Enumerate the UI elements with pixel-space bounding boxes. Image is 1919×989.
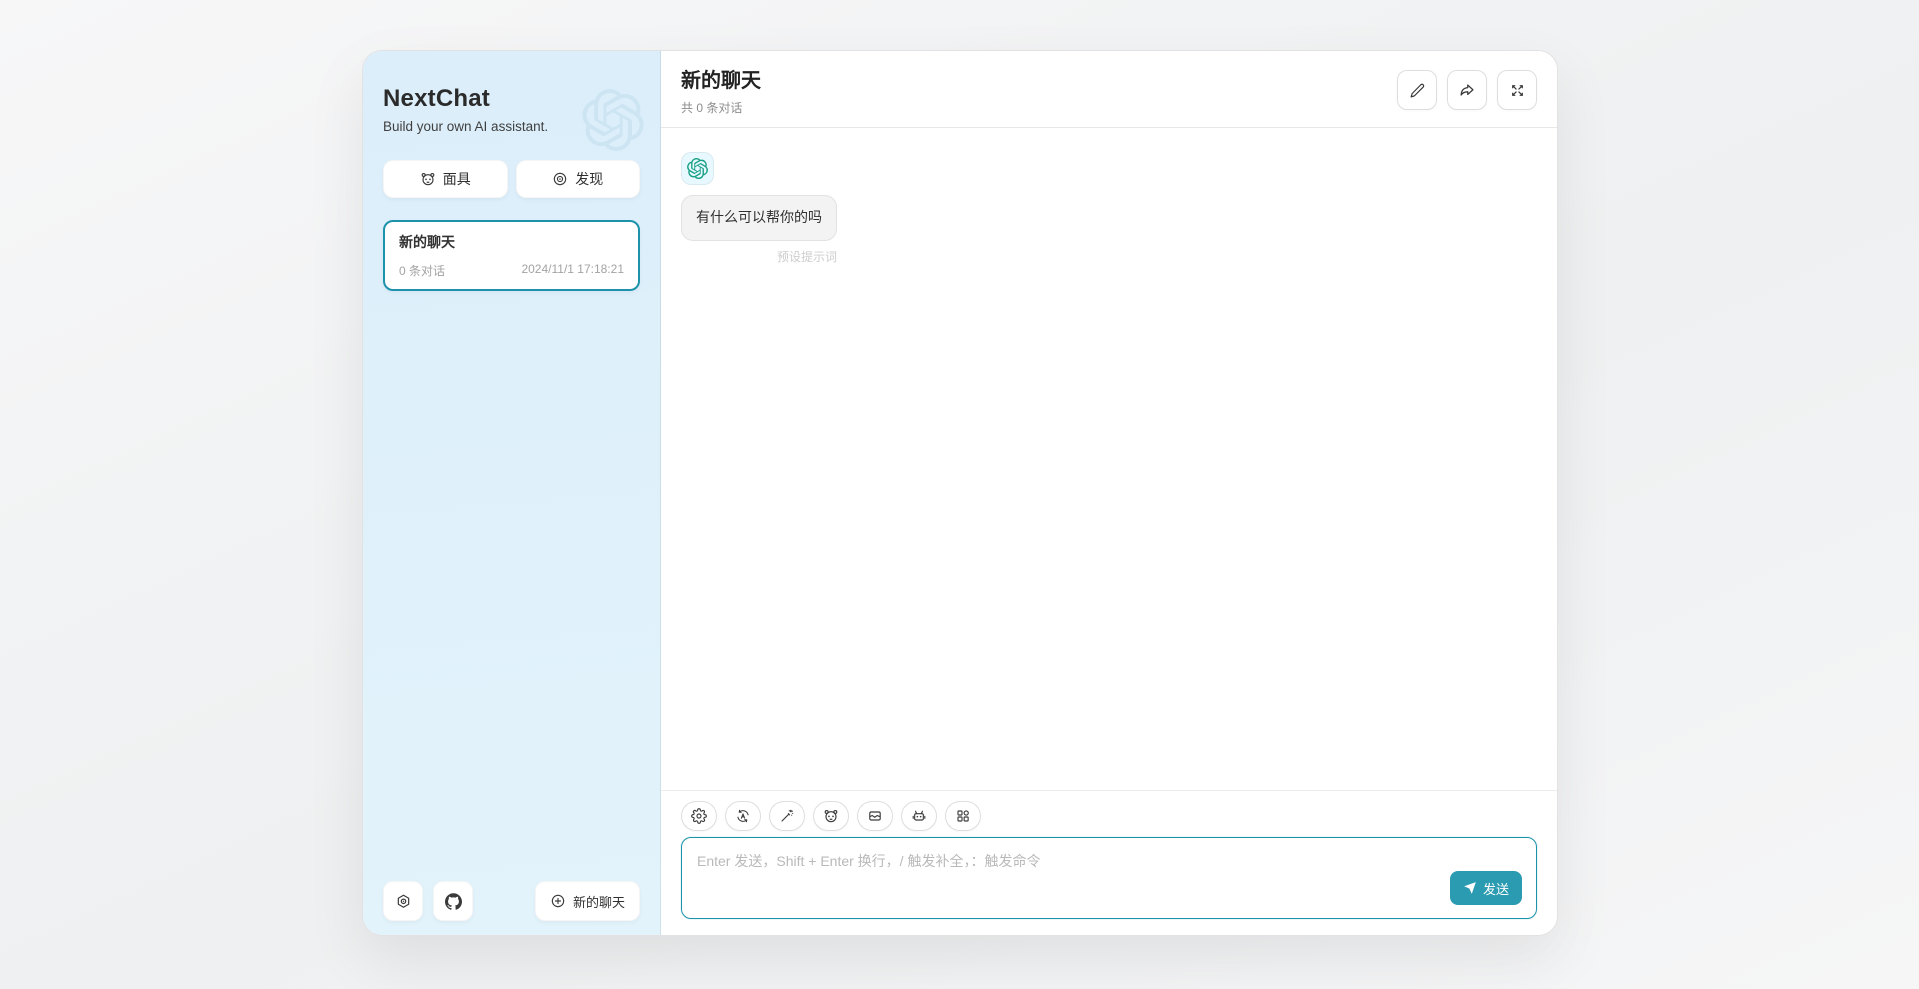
- rename-icon: [1409, 82, 1426, 99]
- assistant-message-body: 有什么可以帮你的吗 预设提示词: [681, 195, 837, 265]
- sidebar: NextChat Build your own AI assistant. 面具: [363, 51, 661, 935]
- settings-button[interactable]: [383, 881, 423, 921]
- auto-theme-button[interactable]: [725, 801, 761, 831]
- send-button-label: 发送: [1483, 879, 1509, 898]
- openai-bot-avatar-icon: [681, 152, 714, 185]
- assistant-message: 有什么可以帮你的吗 预设提示词: [681, 152, 1537, 265]
- app-window: NextChat Build your own AI assistant. 面具: [362, 50, 1558, 936]
- chat-item-count: 0 条对话: [399, 262, 445, 279]
- clear-context-icon: [867, 808, 883, 824]
- rename-chat-button[interactable]: [1397, 70, 1437, 110]
- send-button[interactable]: 发送: [1450, 871, 1522, 905]
- mask-icon: [420, 171, 436, 187]
- chat-list-item[interactable]: 新的聊天 0 条对话 2024/11/1 17:18:21: [383, 220, 640, 291]
- sidebar-footer-left: [383, 881, 473, 921]
- discover-button-label: 发现: [575, 169, 603, 189]
- chat-item-info: 0 条对话 2024/11/1 17:18:21: [399, 262, 624, 279]
- chat-subtitle: 共 0 条对话: [681, 99, 761, 116]
- share-icon: [1458, 81, 1476, 99]
- message-input[interactable]: [682, 838, 1536, 918]
- new-chat-button-label: 新的聊天: [573, 892, 625, 911]
- chat-item-date: 2024/11/1 17:18:21: [521, 262, 624, 279]
- shortcut-grid-icon: [955, 808, 971, 824]
- settings-icon: [395, 893, 412, 910]
- discover-button[interactable]: 发现: [516, 160, 641, 198]
- share-chat-button[interactable]: [1447, 70, 1487, 110]
- prompt-wand-button[interactable]: [769, 801, 805, 831]
- maximize-button[interactable]: [1497, 70, 1537, 110]
- chat-header-titles: 新的聊天 共 0 条对话: [681, 64, 761, 116]
- maximize-icon: [1509, 82, 1526, 99]
- send-plane-icon: [1463, 881, 1477, 895]
- model-settings-button[interactable]: [681, 801, 717, 831]
- masks-button[interactable]: 面具: [383, 160, 508, 198]
- chat-header: 新的聊天 共 0 条对话: [661, 51, 1557, 128]
- new-chat-button[interactable]: 新的聊天: [535, 881, 640, 921]
- sidebar-footer: 新的聊天: [383, 881, 640, 921]
- shortcut-keys-button[interactable]: [945, 801, 981, 831]
- message-input-container: 发送: [681, 837, 1537, 919]
- preset-prompt-hint: 预设提示词: [777, 248, 837, 265]
- chat-message-list: 有什么可以帮你的吗 预设提示词: [661, 128, 1557, 790]
- add-circle-icon: [550, 893, 566, 909]
- discover-icon: [552, 171, 568, 187]
- github-button[interactable]: [433, 881, 473, 921]
- composer-toolbar: [681, 801, 1537, 831]
- nextchat-openai-logo-icon: [582, 89, 644, 151]
- chat-title: 新的聊天: [681, 64, 761, 93]
- plugins-button[interactable]: [901, 801, 937, 831]
- chat-header-actions: [1397, 70, 1537, 110]
- github-icon: [445, 893, 462, 910]
- assistant-message-bubble: 有什么可以帮你的吗: [681, 195, 837, 241]
- auto-theme-icon: [735, 808, 751, 824]
- chat-main-panel: 新的聊天 共 0 条对话: [661, 51, 1557, 935]
- mask-icon: [823, 808, 839, 824]
- masks-toolbar-button[interactable]: [813, 801, 849, 831]
- prompt-wand-icon: [779, 808, 795, 824]
- composer: 发送: [661, 790, 1557, 935]
- model-settings-gear-icon: [691, 808, 707, 824]
- sidebar-nav-row: 面具 发现: [383, 160, 640, 198]
- masks-button-label: 面具: [443, 169, 471, 189]
- plugin-robot-icon: [911, 808, 927, 824]
- clear-context-button[interactable]: [857, 801, 893, 831]
- chat-item-title: 新的聊天: [399, 232, 624, 252]
